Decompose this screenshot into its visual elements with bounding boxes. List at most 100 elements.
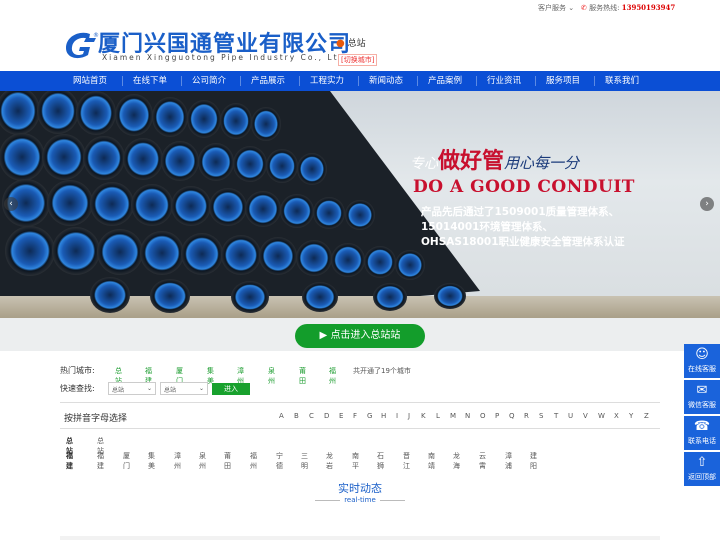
letter-link[interactable]: J: [408, 412, 410, 420]
letter-link[interactable]: Q: [509, 412, 515, 420]
float-label: 联系电话: [688, 437, 716, 445]
header: ® 厦门兴国通管业有限公司 Xiamen Xingguotong Pipe In…: [0, 14, 720, 71]
letter-link[interactable]: B: [294, 412, 299, 420]
enter-main-site-button[interactable]: ▶ 点击进入总站站: [295, 324, 425, 348]
letter-link[interactable]: F: [353, 412, 357, 420]
city-link[interactable]: 莆田: [224, 451, 231, 471]
city-count-note: 共开通了19个城市: [353, 367, 411, 375]
letter-link[interactable]: M: [450, 412, 456, 420]
hotline: ✆ 服务热线: 13950193947: [581, 3, 675, 13]
nav-industry[interactable]: 行业资讯: [478, 71, 530, 91]
enter-label: 点击进入总站站: [330, 330, 401, 341]
letter-link[interactable]: I: [396, 412, 398, 420]
phone-icon: ☎: [693, 419, 711, 434]
hot-city-link[interactable]: 莆田: [299, 366, 306, 386]
letter-link[interactable]: C: [309, 412, 314, 420]
nav-news[interactable]: 新闻动态: [360, 71, 412, 91]
float-online-service[interactable]: ☺ 在线客服: [684, 344, 720, 378]
news-section-title: 实时动态: [338, 482, 382, 495]
city-link[interactable]: 福建: [97, 451, 104, 471]
nav-engineering[interactable]: 工程实力: [301, 71, 353, 91]
letter-link[interactable]: T: [554, 412, 558, 420]
letter-link[interactable]: X: [614, 412, 619, 420]
hot-city-link[interactable]: 福州: [329, 366, 336, 386]
province-select[interactable]: 总站 ⌄: [108, 382, 156, 395]
city-link[interactable]: 漳州: [174, 451, 181, 471]
chevron-down-icon: ⌄: [198, 385, 204, 392]
hotline-label: 服务热线:: [589, 4, 620, 12]
nav-home[interactable]: 网站首页: [64, 71, 116, 91]
top-bar: 客户服务 ⌄ ✆ 服务热线: 13950193947: [0, 0, 720, 14]
wechat-icon: ✉: [696, 383, 708, 398]
letter-link[interactable]: E: [339, 412, 343, 420]
float-label: 微信客服: [688, 401, 716, 409]
hot-city-link[interactable]: 泉州: [268, 366, 275, 386]
city-link[interactable]: 云霄: [479, 451, 486, 471]
current-location: ● 总站: [336, 36, 366, 49]
hot-cities-label: 热门城市:: [60, 366, 95, 375]
letter-link[interactable]: A: [279, 412, 284, 420]
banner-slogan: 专心做好管用心每一分: [410, 143, 579, 175]
letter-link[interactable]: L: [436, 412, 440, 420]
city-link[interactable]: 龙海: [453, 451, 460, 471]
nav-about[interactable]: 公司简介: [183, 71, 235, 91]
letter-link[interactable]: V: [583, 412, 588, 420]
hotline-number: 13950193947: [621, 3, 676, 12]
switch-city-link[interactable]: [切换城市]: [338, 54, 378, 66]
slogan-c: 用心每一分: [504, 154, 580, 172]
cert-line: OHSAS18001职业健康安全管理体系认证: [421, 236, 625, 248]
letter-link[interactable]: R: [524, 412, 529, 420]
quick-search-label: 快速查找:: [60, 384, 95, 393]
customer-service-link[interactable]: 客户服务 ⌄: [538, 3, 574, 13]
city-link[interactable]: 石狮: [377, 451, 384, 471]
city-link[interactable]: 晋江: [403, 451, 410, 471]
city-link[interactable]: 福州: [250, 451, 257, 471]
city-select[interactable]: 总站 ⌄: [160, 382, 208, 395]
letter-link[interactable]: H: [381, 412, 386, 420]
cert-line: 15014001环境管理体系、: [421, 221, 553, 233]
nav-cases[interactable]: 产品案例: [419, 71, 471, 91]
float-wechat-service[interactable]: ✉ 微信客服: [684, 380, 720, 414]
phone-icon: ✆: [581, 4, 587, 12]
company-logo[interactable]: ®: [60, 28, 100, 64]
letter-link[interactable]: Z: [644, 412, 649, 420]
nav-services[interactable]: 服务项目: [537, 71, 589, 91]
main-nav: 网站首页 在线下单 公司简介 产品展示 工程实力 新闻动态 产品案例 行业资讯 …: [0, 71, 720, 91]
letter-link[interactable]: G: [367, 412, 372, 420]
letter-link[interactable]: P: [495, 412, 499, 420]
slogan-b: 做好管: [438, 149, 505, 174]
letter-link[interactable]: W: [598, 412, 605, 420]
city-link[interactable]: 三明: [301, 451, 308, 471]
letter-link[interactable]: N: [465, 412, 470, 420]
banner-next-arrow[interactable]: ›: [700, 197, 714, 211]
city-link[interactable]: 建阳: [530, 451, 537, 471]
letter-link[interactable]: O: [480, 412, 486, 420]
city-link[interactable]: 厦门: [123, 451, 130, 471]
row-label: 福建: [66, 452, 73, 470]
city-link[interactable]: 集美: [148, 451, 155, 471]
float-back-to-top[interactable]: ⇧ 返回顶部: [684, 452, 720, 486]
quick-search-go-button[interactable]: 进入: [212, 383, 250, 395]
letter-link[interactable]: K: [421, 412, 426, 420]
letter-link[interactable]: D: [324, 412, 329, 420]
city-link[interactable]: 龙岩: [326, 451, 333, 471]
location-pin-icon: ●: [336, 38, 345, 49]
letter-link[interactable]: Y: [629, 412, 633, 420]
city-select-value: 总站: [164, 387, 177, 394]
news-section-subtitle: real-time: [344, 496, 376, 504]
banner-prev-arrow[interactable]: ‹: [4, 197, 18, 211]
city-link[interactable]: 南平: [352, 451, 359, 471]
slogan-a: 专心: [410, 156, 438, 172]
city-link[interactable]: 泉州: [199, 451, 206, 471]
nav-order[interactable]: 在线下单: [124, 71, 176, 91]
pinyin-selector: 按拼音字母选择 A B C D E F G H I J K L M N O P …: [60, 402, 660, 429]
float-contact-phone[interactable]: ☎ 联系电话: [684, 416, 720, 450]
pinyin-title: 按拼音字母选择: [64, 414, 128, 424]
letter-link[interactable]: S: [539, 412, 543, 420]
nav-contact[interactable]: 联系我们: [596, 71, 648, 91]
city-link[interactable]: 宁德: [276, 451, 283, 471]
nav-products[interactable]: 产品展示: [242, 71, 294, 91]
letter-link[interactable]: U: [568, 412, 573, 420]
city-link[interactable]: 南靖: [428, 451, 435, 471]
city-link[interactable]: 漳浦: [505, 451, 512, 471]
